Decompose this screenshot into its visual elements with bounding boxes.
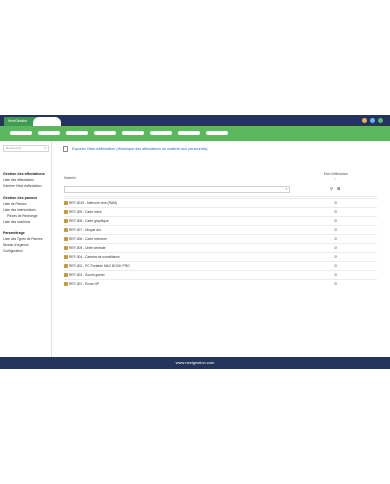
edit-icon[interactable]: ⊘: [334, 218, 338, 224]
nav-item[interactable]: [94, 131, 116, 135]
chevron-down-icon: ▾: [44, 146, 46, 150]
top-navigation: [0, 126, 390, 141]
sidebar-item-generer-etat[interactable]: Générer l'état d'affectation: [3, 184, 41, 188]
new-tab[interactable]: [33, 117, 61, 126]
column-header-materiel[interactable]: Materiel: [64, 176, 76, 180]
sidebar-item-liste-affectations[interactable]: Liste des affectations: [3, 178, 34, 182]
edit-icon[interactable]: ⊘: [334, 227, 338, 233]
sidebar-item-liste-solutions[interactable]: Liste des solutions: [3, 220, 30, 224]
nav-item[interactable]: [66, 131, 88, 135]
item-icon: [64, 273, 68, 277]
edit-icon[interactable]: ⊘: [334, 272, 338, 278]
item-icon: [64, 219, 68, 223]
sidebar-item-configuration[interactable]: Configuration: [3, 249, 23, 253]
row-label: REF-0010 - Mémoire vive (RAM): [69, 201, 117, 205]
edit-icon[interactable]: ⊘: [334, 236, 338, 242]
nav-item[interactable]: [10, 131, 32, 135]
nav-item[interactable]: [122, 131, 144, 135]
row-label: REF-002 - PC Portable MAC BOOK PRO: [69, 264, 130, 268]
nav-item[interactable]: [206, 131, 228, 135]
nav-item[interactable]: [38, 131, 60, 135]
search-icon[interactable]: ⚲: [330, 186, 333, 191]
row-label: REF-004 - Caméra de surveillance: [69, 255, 120, 259]
sidebar-item-liste-pannes[interactable]: Liste de Pannes: [3, 202, 27, 206]
sidebar: Rechercher ▾ Gestion des affectations Li…: [0, 141, 52, 357]
row-label: REF-007 - Disque dur: [69, 228, 102, 232]
export-link[interactable]: Exporter l'état d'affectation (Historiqu…: [72, 147, 208, 151]
edit-icon[interactable]: ⊘: [334, 281, 338, 287]
materiel-filter-select[interactable]: ▾: [64, 186, 290, 193]
edit-icon[interactable]: ⊘: [334, 263, 338, 269]
item-icon: [64, 264, 68, 268]
sidebar-group-title: Gestion des affectations: [3, 172, 45, 176]
title-bar: NextGestion: [0, 115, 390, 126]
nav-item[interactable]: [178, 131, 200, 135]
row-label: REF-009 - Carte mère: [69, 210, 102, 214]
sidebar-item-pieces-rechange[interactable]: Pièces de Rechange: [7, 214, 37, 218]
minimize-icon[interactable]: [362, 118, 367, 123]
edit-icon[interactable]: ⊘: [334, 209, 338, 215]
item-icon: [64, 201, 68, 205]
row-label: REF-001 - Ecran HP: [69, 282, 100, 286]
table-row: REF-001 - Ecran HP ⊘: [64, 279, 377, 289]
item-icon: [64, 237, 68, 241]
item-icon: [64, 246, 68, 250]
main-content: Exporter l'état d'affectation (Historiqu…: [53, 141, 390, 357]
app-window: NextGestion Rechercher ▾ Gestion des aff…: [0, 115, 390, 369]
edit-icon[interactable]: ⊘: [334, 245, 338, 251]
sidebar-group-title: Gestion des pannes: [3, 196, 38, 200]
item-icon: [64, 210, 68, 214]
table-divider: [64, 196, 377, 197]
sidebar-search-placeholder: Rechercher: [6, 146, 22, 150]
maximize-icon[interactable]: [370, 118, 375, 123]
row-label: REF-005 - Unité centrale: [69, 246, 106, 250]
sidebar-item-liste-interventions[interactable]: Liste des interventions: [3, 208, 36, 212]
sidebar-search-select[interactable]: Rechercher ▾: [3, 145, 49, 152]
item-icon: [64, 228, 68, 232]
sidebar-group-title: Paramétrage: [3, 231, 25, 235]
column-header-etat[interactable]: Etat d'affectation: [318, 172, 354, 176]
row-label: REF-006 - Carte mémoire: [69, 237, 107, 241]
clear-filter-icon[interactable]: ⊠: [337, 186, 340, 191]
sidebar-item-niveau-urgence[interactable]: Niveau d'urgence: [3, 243, 29, 247]
sort-icon[interactable]: ↕: [334, 177, 336, 181]
edit-icon[interactable]: ⊘: [334, 254, 338, 260]
document-icon: [63, 146, 68, 152]
chevron-down-icon: ▾: [285, 187, 287, 191]
item-icon: [64, 255, 68, 259]
row-label: REF-003 - Souris gamer: [69, 273, 105, 277]
close-icon[interactable]: [378, 118, 383, 123]
item-icon: [64, 282, 68, 286]
footer: www.nextgestion.com: [0, 357, 390, 369]
nav-item[interactable]: [150, 131, 172, 135]
edit-icon[interactable]: ⊘: [334, 200, 338, 206]
sidebar-item-types-pannes[interactable]: Liste des Types de Pannes: [3, 237, 43, 241]
row-label: REF-008 - Carte graphique: [69, 219, 109, 223]
